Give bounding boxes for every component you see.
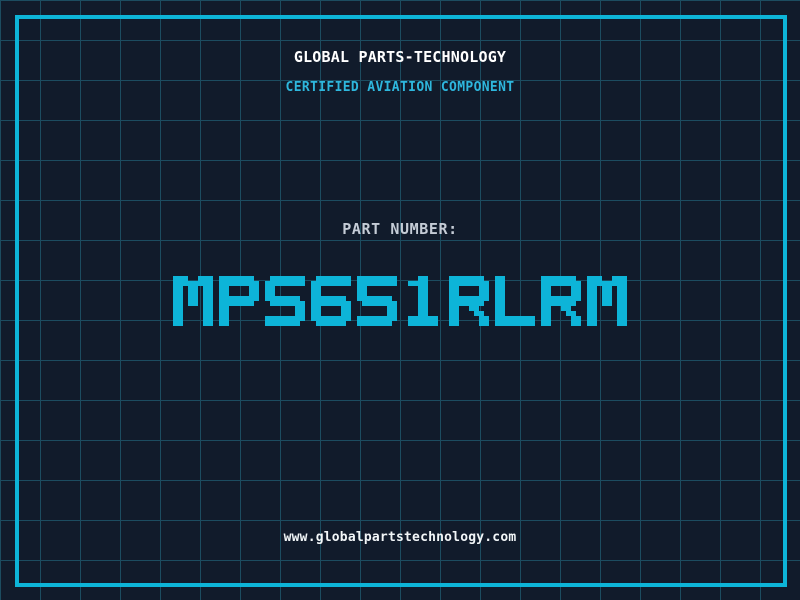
website-url[interactable]: www.globalpartstechnology.com [0,531,800,544]
part-number-label: PART NUMBER: [342,220,458,238]
part-number-display [0,276,800,326]
part-number-pixel-text [173,276,627,326]
certification-subtitle: CERTIFIED AVIATION COMPONENT [285,80,515,95]
brand-title: GLOBAL PARTS-TECHNOLOGY [293,48,507,66]
part-label-page: { "header": { "title": "GLOBAL PARTS-TEC… [0,0,800,600]
